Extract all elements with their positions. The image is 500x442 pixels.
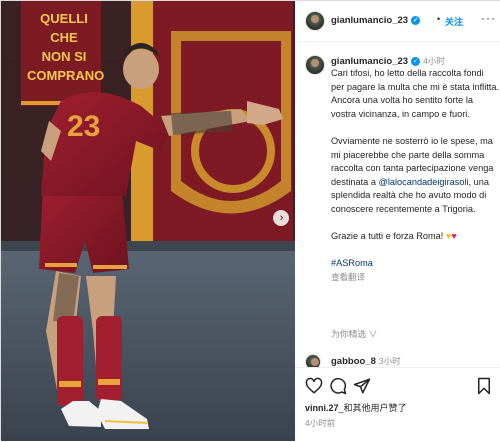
for-you-dropdown[interactable]: 为你精选 ∨ <box>331 327 377 340</box>
likes-summary: vinni.27_和其他用户赞了 <box>305 401 407 414</box>
comment-row: gabboo_8 3小时 <box>295 351 500 367</box>
caption-header: gianlumancio_23 ✓ 4小时 <box>331 55 445 67</box>
post-header: gianlumancio_23 ✓ • 关注 ··· <box>295 1 500 42</box>
banner-line: COMPRANO <box>27 68 105 83</box>
username-text[interactable]: gianlumancio_23 <box>331 15 408 26</box>
svg-text:23: 23 <box>67 110 100 143</box>
comment-time: 3小时 <box>378 356 401 366</box>
post-photo[interactable]: 23 QUELLI CHE NON SI COMPRANO › <box>1 1 295 441</box>
caption-text: Cari tifosi, ho letto della raccolta fon… <box>331 67 499 285</box>
more-options-icon[interactable]: ··· <box>481 11 496 25</box>
bookmark-icon[interactable] <box>475 377 493 395</box>
post-timestamp: 4小时前 <box>305 418 336 428</box>
caption-time: 4小时 <box>423 56 445 66</box>
post-side-panel: gianlumancio_23 ✓ • 关注 ··· gianlumancio_2… <box>295 1 500 442</box>
caption-paragraph-2: Ovviamente ne sosterrò io le spese, ma m… <box>331 135 499 217</box>
avatar[interactable] <box>305 354 321 367</box>
avatar[interactable] <box>305 55 325 75</box>
post-dialog: 23 QUELLI CHE NON SI COMPRANO › gianluma… <box>0 0 500 442</box>
stadium-banner: QUELLI CHE NON SI COMPRANO <box>27 9 105 85</box>
caption-username[interactable]: gianlumancio_23 <box>331 56 408 67</box>
caption-paragraph-3: Grazie a tutti e forza Roma! ♥♥ <box>331 230 499 244</box>
mention-link[interactable]: @lalocandadeigirasoli <box>379 177 469 187</box>
see-translation-link[interactable]: 查看翻译 <box>331 271 499 285</box>
verified-badge-icon: ✓ <box>411 15 421 25</box>
share-send-icon[interactable] <box>353 377 371 395</box>
banner-line: NON SI <box>41 49 87 64</box>
avatar[interactable] <box>305 11 325 31</box>
like-heart-icon[interactable] <box>305 377 323 395</box>
hashtag-link[interactable]: #ASRoma <box>331 257 499 271</box>
header-username[interactable]: gianlumancio_23 ✓ <box>331 15 421 26</box>
comment-username[interactable]: gabboo_8 <box>331 356 376 367</box>
banner-line: QUELLI CHE <box>40 11 88 45</box>
comment-header: gabboo_8 3小时 <box>331 355 401 367</box>
caption-area: gianlumancio_23 ✓ 4小时 Cari tifosi, ho lett… <box>295 41 500 357</box>
likes-text[interactable]: _和其他用户赞了 <box>339 403 407 413</box>
verified-badge-icon: ✓ <box>411 56 421 66</box>
separator-dot: • <box>437 14 441 24</box>
caption-text-segment: Grazie a tutti e forza Roma! <box>331 231 444 242</box>
carousel-next-button[interactable]: › <box>273 210 289 226</box>
red-heart-icon: ♥ <box>451 231 457 242</box>
action-bar: vinni.27_和其他用户赞了 4小时前 <box>295 367 500 442</box>
follow-button[interactable]: 关注 <box>445 15 463 28</box>
liked-by-username[interactable]: vinni.27 <box>305 403 339 413</box>
chevron-right-icon: › <box>279 211 284 224</box>
caption-paragraph-1: Cari tifosi, ho letto della raccolta fon… <box>331 68 500 119</box>
comment-icon[interactable] <box>329 377 347 395</box>
